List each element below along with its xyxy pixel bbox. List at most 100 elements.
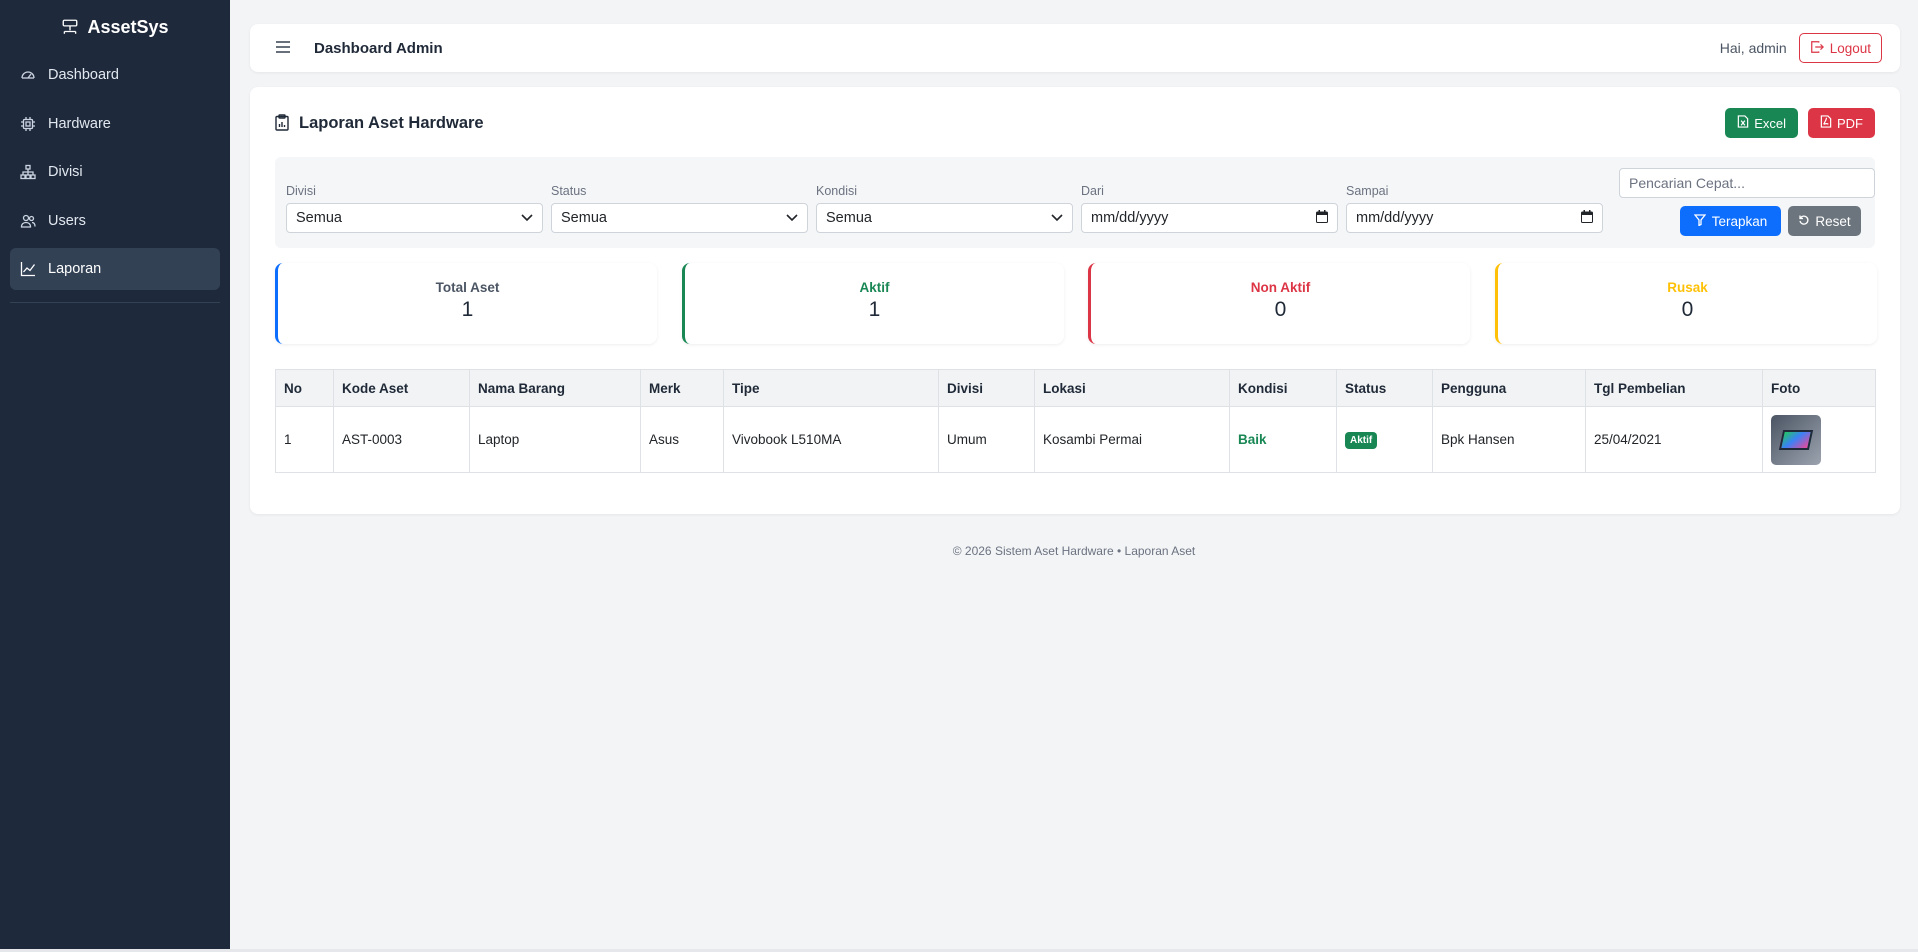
stat-non-aktif: Non Aktif 0 xyxy=(1088,263,1470,344)
stat-value: 0 xyxy=(1274,298,1287,321)
filter-status: Status Semua xyxy=(551,184,808,233)
report-title: Laporan Aset Hardware xyxy=(275,114,484,133)
calendar-icon[interactable] xyxy=(1316,209,1328,227)
export-excel-button[interactable]: Excel xyxy=(1725,108,1798,138)
stat-total-aset: Total Aset 1 xyxy=(275,263,657,344)
sidebar-item-laporan[interactable]: Laporan xyxy=(10,248,220,290)
funnel-icon xyxy=(1693,213,1707,229)
calendar-icon[interactable] xyxy=(1581,209,1593,227)
cell-merk: Asus xyxy=(640,406,724,473)
report-header: Laporan Aset Hardware Excel PDF xyxy=(275,107,1875,139)
menu-toggle-icon[interactable] xyxy=(276,41,292,55)
sidebar-item-divisi[interactable]: Divisi xyxy=(10,151,220,193)
filter-status-label: Status xyxy=(551,184,587,198)
column-header-divisi: Divisi xyxy=(938,369,1035,407)
sidebar-item-users[interactable]: Users xyxy=(10,200,220,242)
column-header-no: No xyxy=(275,369,334,407)
filter-dari-label: Dari xyxy=(1081,184,1104,198)
stat-label: Total Aset xyxy=(435,280,500,295)
status-select-value: Semua xyxy=(561,210,607,226)
excel-label: Excel xyxy=(1754,115,1786,131)
stat-rusak: Rusak 0 xyxy=(1495,263,1877,344)
dari-date-value: mm/dd/yyyy xyxy=(1091,210,1169,226)
filter-kondisi-label: Kondisi xyxy=(816,184,857,198)
page-title: Dashboard Admin xyxy=(314,39,443,57)
column-header-foto: Foto xyxy=(1762,369,1876,407)
main-content: Dashboard Admin Hai, admin Logout Lapora… xyxy=(230,0,1918,949)
kondisi-text: Baik xyxy=(1238,432,1267,447)
logout-icon xyxy=(1810,40,1824,57)
sidebar: AssetSys Dashboard Hardware Divisi Users xyxy=(0,0,230,949)
chevron-down-icon xyxy=(521,210,533,226)
stat-label: Non Aktif xyxy=(1250,280,1311,295)
cell-kode-aset: AST-0003 xyxy=(333,406,470,473)
sampai-date-input[interactable]: mm/dd/yyyy xyxy=(1346,203,1603,233)
sidebar-nav: Dashboard Hardware Divisi Users Laporan xyxy=(0,54,230,290)
cell-kondisi: Baik xyxy=(1229,406,1337,473)
search-input[interactable]: Pencarian Cepat... xyxy=(1619,168,1875,198)
column-header-tipe: Tipe xyxy=(723,369,939,407)
logout-button[interactable]: Logout xyxy=(1798,33,1882,63)
stat-aktif: Aktif 1 xyxy=(682,263,1064,344)
column-header-merk: Merk xyxy=(640,369,724,407)
column-header-status: Status xyxy=(1336,369,1433,407)
cell-nama-barang: Laptop xyxy=(469,406,641,473)
sidebar-item-label: Divisi xyxy=(48,164,83,180)
brand[interactable]: AssetSys xyxy=(0,0,230,54)
cell-no: 1 xyxy=(275,406,334,473)
status-badge: Aktif xyxy=(1345,431,1378,449)
sidebar-item-label: Dashboard xyxy=(48,67,119,83)
laptop-screen-graphic xyxy=(1778,429,1814,450)
cell-lokasi: Kosambi Permai xyxy=(1034,406,1230,473)
stat-value: 1 xyxy=(868,298,881,321)
diagram-icon xyxy=(20,164,36,180)
column-header-kondisi: Kondisi xyxy=(1229,369,1337,407)
dari-date-input[interactable]: mm/dd/yyyy xyxy=(1081,203,1338,233)
reset-filter-button[interactable]: Reset xyxy=(1788,206,1861,236)
export-pdf-button[interactable]: PDF xyxy=(1808,108,1875,138)
topbar: Dashboard Admin Hai, admin Logout xyxy=(250,24,1900,72)
divisi-select[interactable]: Semua xyxy=(286,203,543,233)
hdd-network-icon xyxy=(61,18,79,36)
cell-tipe: Vivobook L510MA xyxy=(723,406,939,473)
sidebar-item-label: Hardware xyxy=(48,115,111,132)
file-pdf-icon xyxy=(1820,115,1832,131)
cell-tgl-pembelian: 25/04/2021 xyxy=(1585,406,1763,473)
stat-label: Rusak xyxy=(1667,280,1708,295)
stat-value: 1 xyxy=(461,298,474,321)
filter-kondisi: Kondisi Semua xyxy=(816,184,1073,233)
column-header-pengguna: Pengguna xyxy=(1432,369,1586,407)
chevron-down-icon xyxy=(1051,210,1063,226)
kondisi-select[interactable]: Semua xyxy=(816,203,1073,233)
asset-photo-thumbnail[interactable] xyxy=(1771,414,1821,465)
column-header-lokasi: Lokasi xyxy=(1034,369,1230,407)
sidebar-item-dashboard[interactable]: Dashboard xyxy=(10,54,220,96)
graph-icon xyxy=(20,261,36,277)
reset-label: Reset xyxy=(1815,213,1851,229)
users-icon xyxy=(20,213,36,229)
pdf-label: PDF xyxy=(1837,115,1863,131)
sidebar-item-label: Users xyxy=(48,212,86,229)
report-title-text: Laporan Aset Hardware xyxy=(299,113,484,132)
filter-panel: Divisi Semua Status Semua Kondisi Semua xyxy=(275,157,1875,248)
speedometer-icon xyxy=(20,67,36,83)
apply-label: Terapkan xyxy=(1711,213,1768,229)
clipboard-data-icon xyxy=(275,114,291,132)
column-header-tgl-pembelian: Tgl Pembelian xyxy=(1585,369,1763,407)
status-select[interactable]: Semua xyxy=(551,203,808,233)
table-row: 1 AST-0003 Laptop Asus Vivobook L510MA U… xyxy=(275,406,1876,473)
page-footer: © 2026 Sistem Aset Hardware • Laporan As… xyxy=(952,544,1196,558)
chevron-down-icon xyxy=(786,210,798,226)
cell-status: Aktif xyxy=(1336,406,1433,473)
column-header-kode-aset: Kode Aset xyxy=(333,369,470,407)
kondisi-select-value: Semua xyxy=(826,210,872,226)
stat-label: Aktif xyxy=(859,280,890,295)
cell-pengguna: Bpk Hansen xyxy=(1432,406,1586,473)
filter-divisi-label: Divisi xyxy=(286,184,316,198)
reset-icon xyxy=(1798,214,1810,229)
apply-filter-button[interactable]: Terapkan xyxy=(1680,206,1781,236)
sampai-date-value: mm/dd/yyyy xyxy=(1356,210,1434,226)
sidebar-item-hardware[interactable]: Hardware xyxy=(10,103,220,145)
report-card: Laporan Aset Hardware Excel PDF Divisi S… xyxy=(250,87,1900,514)
filter-sampai-label: Sampai xyxy=(1346,184,1389,198)
